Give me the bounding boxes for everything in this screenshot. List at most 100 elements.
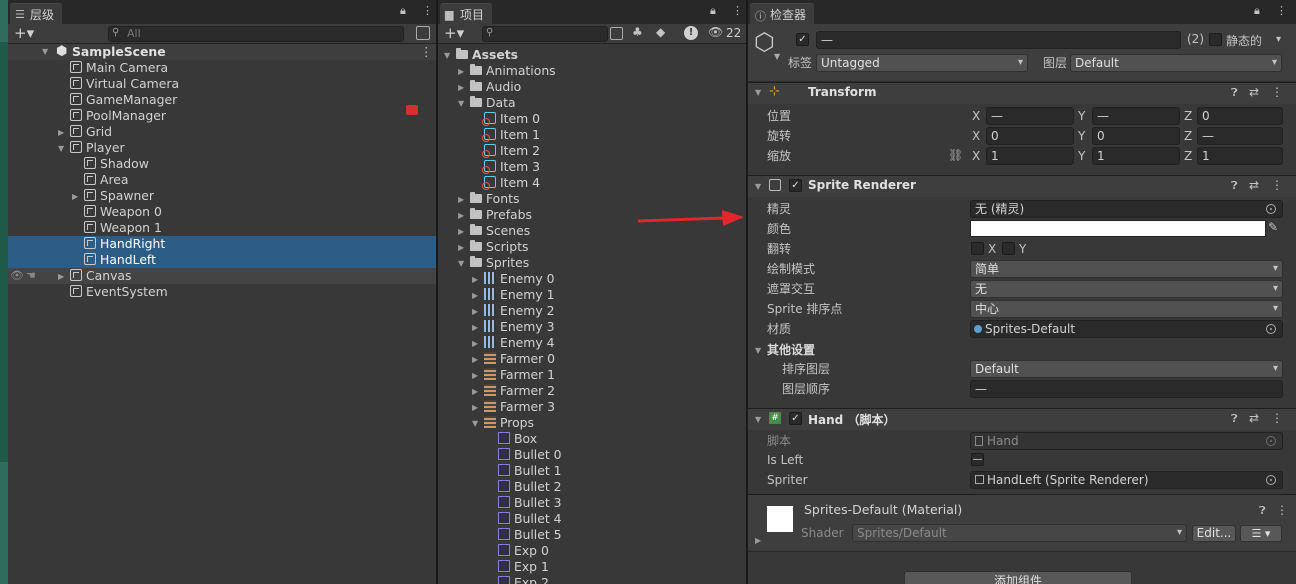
- project-folder[interactable]: Sprites: [470, 255, 529, 271]
- scale-z-field[interactable]: 1: [1197, 147, 1283, 165]
- project-sprite[interactable]: Enemy 0: [484, 271, 555, 287]
- draw-mode-dropdown[interactable]: 简单: [970, 260, 1283, 278]
- hierarchy-item[interactable]: Canvas: [70, 268, 131, 284]
- gameobject-large-icon[interactable]: ⬡: [754, 30, 775, 54]
- project-folder[interactable]: Data: [470, 95, 516, 111]
- project-asset[interactable]: Item 2: [482, 143, 540, 159]
- fold-arrow-icon[interactable]: ▶: [472, 323, 478, 332]
- hand-script-enabled-checkbox[interactable]: ✓: [789, 412, 802, 425]
- spriter-field[interactable]: HandLeft (Sprite Renderer): [970, 471, 1283, 489]
- project-folder[interactable]: Audio: [470, 79, 521, 95]
- project-subsprite[interactable]: Bullet 4: [498, 511, 562, 527]
- shader-options-button[interactable]: ☰ ▾: [1240, 525, 1282, 542]
- fold-arrow-icon[interactable]: ▼: [755, 182, 761, 191]
- lock-icon[interactable]: 🔒︎: [1254, 4, 1260, 18]
- rotation-y-field[interactable]: 0: [1092, 127, 1180, 145]
- eyedropper-icon[interactable]: ✎: [1268, 220, 1278, 234]
- project-folder[interactable]: Scenes: [470, 223, 530, 239]
- pick-hand-icon[interactable]: ☚: [26, 269, 36, 282]
- layer-dropdown[interactable]: Default: [1070, 54, 1282, 72]
- component-menu-icon[interactable]: ⋮: [1271, 85, 1283, 99]
- project-subsprite[interactable]: Bullet 0: [498, 447, 562, 463]
- project-subsprite[interactable]: Bullet 3: [498, 495, 562, 511]
- hierarchy-item[interactable]: Shadow: [84, 156, 149, 172]
- project-subsprite[interactable]: Exp 2: [498, 575, 549, 584]
- fold-arrow-icon[interactable]: ▼: [444, 51, 450, 60]
- fold-arrow-icon[interactable]: ▶: [472, 275, 478, 284]
- fold-arrow-icon[interactable]: ▼: [755, 346, 761, 355]
- project-folder[interactable]: Fonts: [470, 191, 519, 207]
- hierarchy-item[interactable]: Player: [70, 140, 125, 156]
- menu-icon[interactable]: ⋮: [1276, 4, 1287, 17]
- help-icon[interactable]: ❓︎: [1231, 86, 1238, 100]
- project-sprite[interactable]: Farmer 3: [484, 399, 555, 415]
- fold-arrow-icon[interactable]: ▶: [458, 67, 464, 76]
- fold-arrow-icon[interactable]: ▼: [458, 259, 464, 268]
- sorting-layer-dropdown[interactable]: Default: [970, 360, 1283, 378]
- fold-arrow-icon[interactable]: ▶: [472, 291, 478, 300]
- tab-inspector[interactable]: ⓘ 检查器: [750, 3, 815, 24]
- hierarchy-item[interactable]: Grid: [70, 124, 112, 140]
- object-picker-icon[interactable]: [1266, 324, 1276, 334]
- hierarchy-item[interactable]: PoolManager: [70, 108, 166, 124]
- tab-hierarchy[interactable]: ☰ 层级: [10, 3, 63, 24]
- position-z-field[interactable]: 0: [1197, 107, 1283, 125]
- help-icon[interactable]: ❓︎: [1259, 504, 1266, 518]
- project-sprite[interactable]: Farmer 1: [484, 367, 555, 383]
- rotation-x-field[interactable]: 0: [986, 127, 1074, 145]
- hierarchy-item[interactable]: Spawner: [84, 188, 154, 204]
- add-button[interactable]: +▾: [14, 24, 34, 42]
- fold-arrow-icon[interactable]: ▶: [458, 195, 464, 204]
- material-field[interactable]: Sprites-Default: [970, 320, 1283, 338]
- project-folder-assets[interactable]: Assets: [456, 47, 518, 63]
- project-sprite[interactable]: Props: [484, 415, 534, 431]
- component-menu-icon[interactable]: ⋮: [1271, 411, 1283, 425]
- tag-dropdown[interactable]: Untagged: [816, 54, 1028, 72]
- preset-icon[interactable]: ⇄: [1249, 85, 1259, 99]
- additional-settings-label[interactable]: 其他设置: [767, 341, 815, 359]
- sprite-field[interactable]: 无 (精灵): [970, 200, 1283, 218]
- fold-arrow-icon[interactable]: ▼: [755, 415, 761, 424]
- component-menu-icon[interactable]: ⋮: [1276, 503, 1288, 517]
- scale-x-field[interactable]: 1: [986, 147, 1074, 165]
- rotation-z-field[interactable]: —: [1197, 127, 1283, 145]
- project-folder[interactable]: Animations: [470, 63, 556, 79]
- hierarchy-item-selected[interactable]: HandRight: [8, 236, 436, 252]
- hierarchy-item[interactable]: Virtual Camera: [70, 76, 179, 92]
- project-subsprite[interactable]: Bullet 2: [498, 479, 562, 495]
- warning-icon[interactable]: !: [684, 26, 698, 40]
- sort-point-dropdown[interactable]: 中心: [970, 300, 1283, 318]
- project-subsprite[interactable]: Exp 0: [498, 543, 549, 559]
- component-menu-icon[interactable]: ⋮: [1271, 178, 1283, 192]
- hierarchy-item[interactable]: GameManager: [70, 92, 177, 108]
- fold-arrow-icon[interactable]: ▼: [755, 88, 761, 97]
- project-subsprite[interactable]: Bullet 5: [498, 527, 562, 543]
- position-x-field[interactable]: —: [986, 107, 1074, 125]
- object-picker-icon[interactable]: [1266, 475, 1276, 485]
- fold-arrow-icon[interactable]: ▶: [58, 272, 64, 281]
- project-asset[interactable]: Item 0: [482, 111, 540, 127]
- project-search-input[interactable]: [482, 26, 608, 42]
- scene-menu-icon[interactable]: ⋮: [420, 44, 432, 60]
- project-subsprite[interactable]: Box: [498, 431, 537, 447]
- project-sprite[interactable]: Enemy 2: [484, 303, 555, 319]
- project-folder[interactable]: Prefabs: [470, 207, 532, 223]
- static-checkbox[interactable]: [1209, 33, 1222, 46]
- hierarchy-item[interactable]: Weapon 1: [84, 220, 162, 236]
- sprite-renderer-enabled-checkbox[interactable]: ✓: [789, 179, 802, 192]
- menu-icon[interactable]: ⋮: [732, 4, 743, 17]
- add-component-button[interactable]: 添加组件: [904, 571, 1132, 584]
- static-dropdown-arrow-icon[interactable]: ▾: [1276, 34, 1281, 45]
- object-name-field[interactable]: —: [816, 31, 1181, 49]
- fold-arrow-icon[interactable]: ▶: [458, 211, 464, 220]
- project-sprite[interactable]: Farmer 2: [484, 383, 555, 399]
- search-window-icon[interactable]: [416, 26, 430, 40]
- flip-y-checkbox[interactable]: [1002, 242, 1015, 255]
- active-checkbox[interactable]: ✓: [796, 33, 809, 46]
- help-icon[interactable]: ❓︎: [1231, 412, 1238, 426]
- preset-icon[interactable]: ⇄: [1249, 411, 1259, 425]
- fold-arrow-icon[interactable]: ▶: [755, 536, 761, 545]
- fold-arrow-icon[interactable]: ▶: [458, 243, 464, 252]
- object-picker-icon[interactable]: [1266, 204, 1276, 214]
- order-in-layer-field[interactable]: —: [970, 380, 1283, 398]
